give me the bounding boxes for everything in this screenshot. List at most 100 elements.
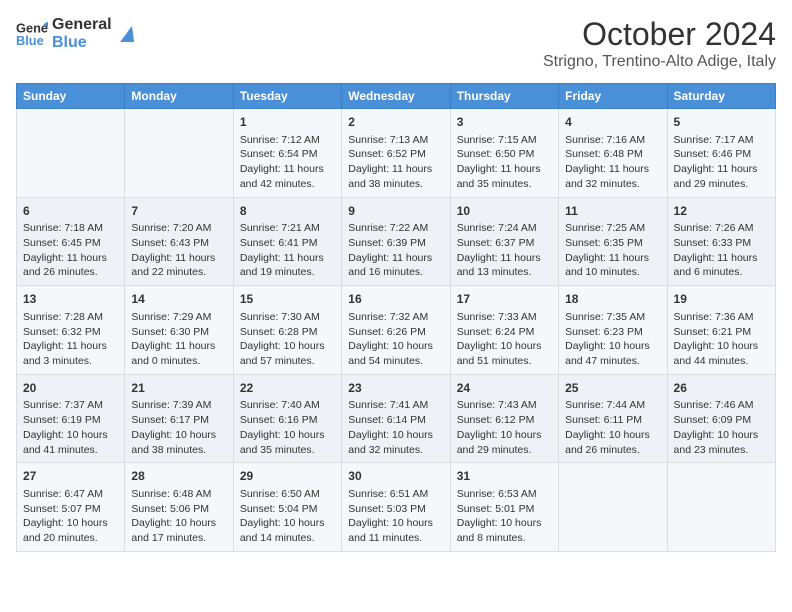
- day-info: Daylight: 10 hours and 38 minutes.: [131, 428, 226, 457]
- day-info: Daylight: 11 hours and 10 minutes.: [565, 251, 660, 280]
- day-info: Daylight: 11 hours and 19 minutes.: [240, 251, 335, 280]
- month-title: October 2024: [543, 16, 776, 53]
- day-number: 31: [457, 468, 552, 485]
- calendar-cell: 6Sunrise: 7:18 AMSunset: 6:45 PMDaylight…: [17, 197, 125, 286]
- header-tuesday: Tuesday: [233, 84, 341, 109]
- day-info: Daylight: 11 hours and 29 minutes.: [674, 162, 769, 191]
- day-number: 29: [240, 468, 335, 485]
- day-info: Sunrise: 7:28 AM: [23, 310, 118, 325]
- calendar-cell: 31Sunrise: 6:53 AMSunset: 5:01 PMDayligh…: [450, 463, 558, 552]
- calendar-week-3: 13Sunrise: 7:28 AMSunset: 6:32 PMDayligh…: [17, 286, 776, 375]
- location-subtitle: Strigno, Trentino-Alto Adige, Italy: [543, 53, 776, 71]
- day-info: Sunset: 6:09 PM: [674, 413, 769, 428]
- day-info: Sunset: 6:46 PM: [674, 147, 769, 162]
- day-info: Daylight: 11 hours and 32 minutes.: [565, 162, 660, 191]
- calendar-cell: 1Sunrise: 7:12 AMSunset: 6:54 PMDaylight…: [233, 109, 341, 198]
- day-info: Sunrise: 7:20 AM: [131, 221, 226, 236]
- calendar-cell: 11Sunrise: 7:25 AMSunset: 6:35 PMDayligh…: [559, 197, 667, 286]
- logo-blue: Blue: [52, 34, 112, 52]
- calendar-table: SundayMondayTuesdayWednesdayThursdayFrid…: [16, 83, 776, 552]
- day-info: Sunrise: 7:32 AM: [348, 310, 443, 325]
- calendar-cell: 12Sunrise: 7:26 AMSunset: 6:33 PMDayligh…: [667, 197, 775, 286]
- day-info: Daylight: 10 hours and 26 minutes.: [565, 428, 660, 457]
- day-number: 30: [348, 468, 443, 485]
- calendar-cell: 25Sunrise: 7:44 AMSunset: 6:11 PMDayligh…: [559, 374, 667, 463]
- day-number: 15: [240, 291, 335, 308]
- day-info: Sunset: 6:19 PM: [23, 413, 118, 428]
- day-info: Daylight: 10 hours and 57 minutes.: [240, 339, 335, 368]
- calendar-cell: 9Sunrise: 7:22 AMSunset: 6:39 PMDaylight…: [342, 197, 450, 286]
- day-info: Daylight: 11 hours and 42 minutes.: [240, 162, 335, 191]
- day-info: Sunset: 6:41 PM: [240, 236, 335, 251]
- day-info: Sunrise: 7:30 AM: [240, 310, 335, 325]
- calendar-week-2: 6Sunrise: 7:18 AMSunset: 6:45 PMDaylight…: [17, 197, 776, 286]
- day-number: 6: [23, 203, 118, 220]
- svg-text:Blue: Blue: [16, 33, 44, 48]
- day-info: Sunset: 6:33 PM: [674, 236, 769, 251]
- calendar-week-5: 27Sunrise: 6:47 AMSunset: 5:07 PMDayligh…: [17, 463, 776, 552]
- calendar-cell: 15Sunrise: 7:30 AMSunset: 6:28 PMDayligh…: [233, 286, 341, 375]
- day-info: Daylight: 11 hours and 26 minutes.: [23, 251, 118, 280]
- calendar-cell: 3Sunrise: 7:15 AMSunset: 6:50 PMDaylight…: [450, 109, 558, 198]
- day-number: 8: [240, 203, 335, 220]
- calendar-cell: 24Sunrise: 7:43 AMSunset: 6:12 PMDayligh…: [450, 374, 558, 463]
- calendar-cell: 22Sunrise: 7:40 AMSunset: 6:16 PMDayligh…: [233, 374, 341, 463]
- day-info: Daylight: 11 hours and 0 minutes.: [131, 339, 226, 368]
- day-info: Sunrise: 6:50 AM: [240, 487, 335, 502]
- day-info: Sunset: 6:16 PM: [240, 413, 335, 428]
- title-block: October 2024 Strigno, Trentino-Alto Adig…: [543, 16, 776, 71]
- day-info: Sunrise: 7:15 AM: [457, 133, 552, 148]
- logo-triangle-icon: [116, 24, 136, 44]
- calendar-cell: 30Sunrise: 6:51 AMSunset: 5:03 PMDayligh…: [342, 463, 450, 552]
- day-number: 18: [565, 291, 660, 308]
- day-info: Daylight: 10 hours and 32 minutes.: [348, 428, 443, 457]
- calendar-cell: [667, 463, 775, 552]
- day-info: Sunset: 6:52 PM: [348, 147, 443, 162]
- header-saturday: Saturday: [667, 84, 775, 109]
- day-info: Sunrise: 7:36 AM: [674, 310, 769, 325]
- calendar-cell: 10Sunrise: 7:24 AMSunset: 6:37 PMDayligh…: [450, 197, 558, 286]
- day-info: Sunset: 6:37 PM: [457, 236, 552, 251]
- calendar-cell: 26Sunrise: 7:46 AMSunset: 6:09 PMDayligh…: [667, 374, 775, 463]
- day-info: Sunset: 6:30 PM: [131, 325, 226, 340]
- calendar-week-4: 20Sunrise: 7:37 AMSunset: 6:19 PMDayligh…: [17, 374, 776, 463]
- day-info: Sunset: 6:54 PM: [240, 147, 335, 162]
- day-info: Sunrise: 7:22 AM: [348, 221, 443, 236]
- day-info: Sunset: 6:26 PM: [348, 325, 443, 340]
- calendar-cell: 19Sunrise: 7:36 AMSunset: 6:21 PMDayligh…: [667, 286, 775, 375]
- header-sunday: Sunday: [17, 84, 125, 109]
- day-number: 21: [131, 380, 226, 397]
- calendar-cell: 13Sunrise: 7:28 AMSunset: 6:32 PMDayligh…: [17, 286, 125, 375]
- day-info: Sunset: 5:03 PM: [348, 502, 443, 517]
- day-number: 12: [674, 203, 769, 220]
- day-number: 10: [457, 203, 552, 220]
- day-number: 22: [240, 380, 335, 397]
- day-info: Daylight: 10 hours and 14 minutes.: [240, 516, 335, 545]
- day-info: Sunrise: 7:37 AM: [23, 398, 118, 413]
- day-info: Sunrise: 7:44 AM: [565, 398, 660, 413]
- day-info: Sunrise: 6:51 AM: [348, 487, 443, 502]
- calendar-cell: 7Sunrise: 7:20 AMSunset: 6:43 PMDaylight…: [125, 197, 233, 286]
- logo: General Blue General Blue: [16, 16, 136, 52]
- calendar-cell: 4Sunrise: 7:16 AMSunset: 6:48 PMDaylight…: [559, 109, 667, 198]
- day-number: 4: [565, 114, 660, 131]
- day-info: Daylight: 10 hours and 41 minutes.: [23, 428, 118, 457]
- day-number: 3: [457, 114, 552, 131]
- calendar-cell: 21Sunrise: 7:39 AMSunset: 6:17 PMDayligh…: [125, 374, 233, 463]
- day-info: Sunset: 5:01 PM: [457, 502, 552, 517]
- calendar-header-row: SundayMondayTuesdayWednesdayThursdayFrid…: [17, 84, 776, 109]
- day-info: Sunset: 6:48 PM: [565, 147, 660, 162]
- day-number: 7: [131, 203, 226, 220]
- day-number: 20: [23, 380, 118, 397]
- day-info: Sunrise: 7:40 AM: [240, 398, 335, 413]
- day-number: 19: [674, 291, 769, 308]
- day-info: Sunrise: 6:53 AM: [457, 487, 552, 502]
- day-info: Sunset: 6:17 PM: [131, 413, 226, 428]
- day-info: Sunset: 6:43 PM: [131, 236, 226, 251]
- day-info: Daylight: 10 hours and 17 minutes.: [131, 516, 226, 545]
- calendar-cell: 16Sunrise: 7:32 AMSunset: 6:26 PMDayligh…: [342, 286, 450, 375]
- day-info: Daylight: 11 hours and 6 minutes.: [674, 251, 769, 280]
- logo-general: General: [52, 16, 112, 34]
- calendar-cell: 14Sunrise: 7:29 AMSunset: 6:30 PMDayligh…: [125, 286, 233, 375]
- day-info: Sunset: 6:12 PM: [457, 413, 552, 428]
